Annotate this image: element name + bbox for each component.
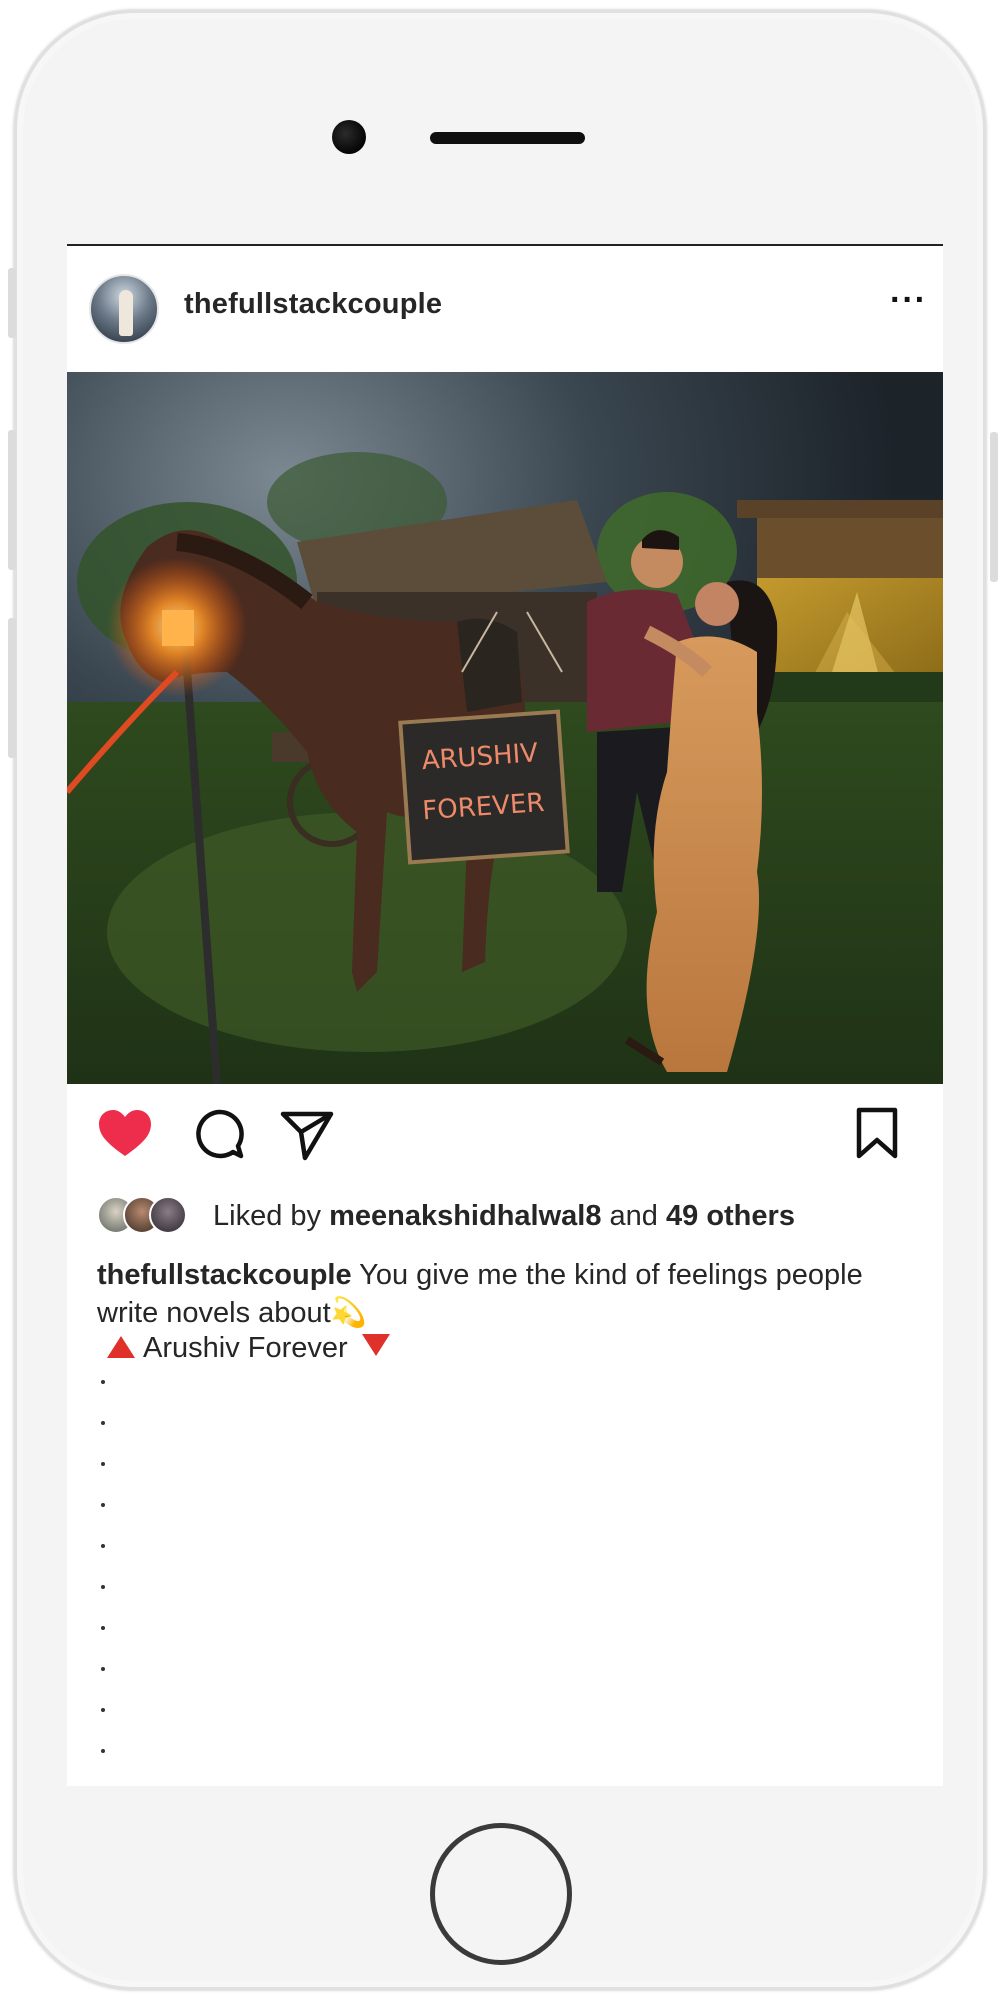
post-action-bar	[67, 1104, 943, 1184]
likes-text: Liked by meenakshidhalwal8 and 49 others	[213, 1200, 795, 1233]
caption-tag-text: Arushiv Forever	[143, 1332, 348, 1364]
mute-switch	[8, 268, 16, 338]
liker-avatars	[97, 1196, 207, 1236]
post-photo[interactable]: ARUSHIV FOREVER	[67, 372, 943, 1084]
instagram-post-screen: thefullstackcouple ··· ARUSHIV FOREVER L…	[67, 244, 943, 1786]
profile-avatar[interactable]	[89, 274, 159, 344]
likes-prefix: Liked by	[213, 1200, 322, 1232]
likes-row[interactable]: Liked by meenakshidhalwal8 and 49 others	[97, 1194, 937, 1238]
front-camera	[332, 120, 366, 154]
likes-others[interactable]: 49 others	[666, 1200, 795, 1232]
comment-icon[interactable]	[189, 1104, 249, 1164]
liker-username[interactable]: meenakshidhalwal8	[329, 1200, 601, 1232]
home-button[interactable]	[430, 1823, 572, 1965]
triangle-up-icon	[107, 1336, 135, 1358]
caption-username[interactable]: thefullstackcouple	[97, 1259, 352, 1291]
paper-plane-icon[interactable]	[277, 1104, 337, 1164]
caption-tag-line: Arushiv Forever	[107, 1332, 390, 1365]
triangle-down-icon	[361, 1334, 390, 1356]
liker-avatar	[149, 1196, 187, 1234]
caption-dot-spacer	[101, 1380, 121, 1786]
post-header: thefullstackcouple ···	[67, 246, 943, 370]
earpiece-speaker	[430, 132, 585, 144]
bookmark-icon[interactable]	[847, 1104, 907, 1164]
likes-connector: and	[609, 1200, 658, 1232]
power-button	[990, 432, 998, 582]
volume-up-button	[8, 430, 16, 570]
more-horizontal-icon[interactable]: ···	[890, 283, 927, 317]
post-caption: thefullstackcouple You give me the kind …	[97, 1256, 917, 1332]
volume-down-button	[8, 618, 16, 758]
post-username[interactable]: thefullstackcouple	[184, 288, 442, 321]
heart-filled-icon[interactable]	[95, 1104, 155, 1164]
dizzy-icon: 💫	[330, 1297, 367, 1329]
